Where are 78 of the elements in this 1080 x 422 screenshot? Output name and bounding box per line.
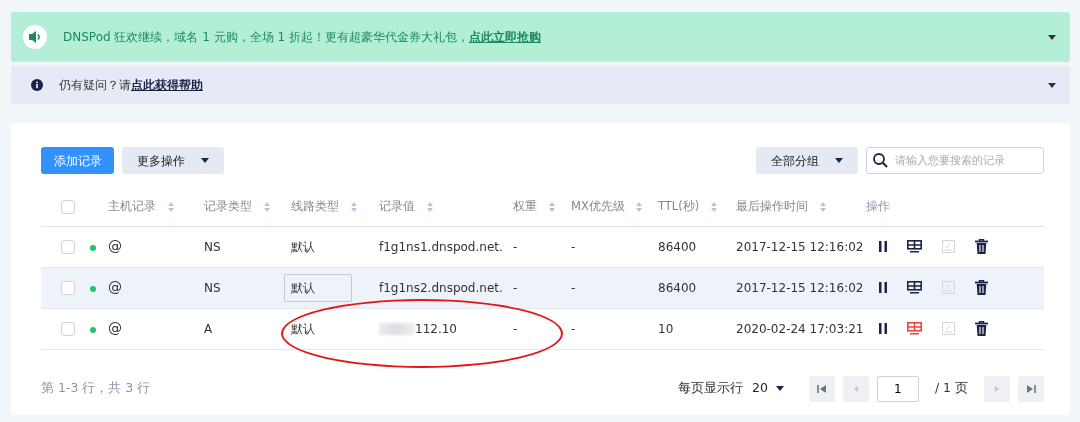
column-header[interactable]: 最后操作时间 (736, 199, 808, 214)
note-icon (942, 240, 955, 253)
caret-icon (835, 158, 843, 163)
note-icon (942, 281, 955, 294)
value-cell: f1g1ns1.dnspod.net. (379, 239, 503, 254)
ttl-cell: 86400 (658, 280, 697, 295)
checkbox[interactable] (61, 281, 75, 295)
sort-icon[interactable] (819, 201, 826, 212)
more-actions-button[interactable]: 更多操作 (122, 147, 224, 174)
group-dropdown[interactable]: 全部分组 (756, 147, 858, 174)
sort-icon[interactable] (426, 201, 433, 212)
column-header[interactable]: TTL(秒) (658, 199, 700, 214)
type-cell: A (204, 321, 213, 336)
per-page-label: 每页显示行 (677, 379, 743, 398)
first-page-icon (816, 383, 827, 394)
row-summary: 第 1-3 行，共 3 行 (41, 379, 151, 398)
checkbox[interactable] (61, 322, 75, 336)
add-record-button[interactable]: 添加记录 (41, 147, 114, 174)
value-cell: f1g1ns2.dnspod.net. (379, 280, 503, 295)
sort-icon[interactable] (548, 201, 555, 212)
mx-cell: - (571, 280, 576, 295)
per-page-dropdown[interactable]: 20 (750, 378, 785, 399)
column-header: 操作 (866, 199, 890, 214)
expand-icon[interactable] (1048, 35, 1056, 40)
caret-icon (775, 386, 784, 391)
type-cell: NS (204, 239, 221, 254)
expand-icon[interactable] (1048, 83, 1056, 88)
mx-cell: - (571, 321, 576, 336)
line-cell: 默认 (291, 321, 315, 336)
time-cell: 2017-12-15 12:16:02 (736, 280, 864, 295)
promo-text: DNSPod 狂欢继续，域名 1 元购，全场 1 折起！更有超豪华代金券大礼包， (63, 29, 469, 46)
sort-icon[interactable] (636, 201, 643, 212)
host-cell: @ (108, 238, 122, 254)
help-link[interactable]: 点此获得帮助 (131, 76, 203, 94)
sort-icon[interactable] (710, 201, 717, 212)
info-icon (31, 79, 43, 91)
search-field[interactable]: 请输入您要搜索的记录 (866, 147, 1044, 174)
type-cell: NS (204, 280, 221, 295)
time-cell: 2020-02-24 17:03:21 (736, 321, 864, 336)
trash-icon[interactable] (975, 280, 988, 295)
ttl-cell: 10 (658, 321, 674, 336)
weight-cell: - (513, 239, 518, 254)
column-header[interactable]: MX优先级 (571, 199, 625, 214)
column-header[interactable]: 记录值 (379, 199, 415, 214)
ttl-cell: 86400 (658, 239, 697, 254)
column-header[interactable]: 线路类型 (291, 199, 339, 214)
pause-icon[interactable] (879, 282, 887, 293)
last-page-icon (1026, 383, 1036, 394)
weight-cell: - (513, 321, 518, 336)
column-header[interactable]: 权重 (513, 199, 537, 214)
line-cell: 默认 (291, 239, 315, 254)
pause-icon[interactable] (879, 323, 887, 334)
column-header[interactable]: 记录类型 (204, 199, 252, 214)
note-icon (942, 322, 955, 335)
sort-icon[interactable] (263, 201, 270, 212)
help-text: 仍有疑问？请 (59, 77, 131, 94)
trash-icon[interactable] (975, 321, 988, 336)
line-select[interactable]: 默认 (284, 273, 352, 302)
checkbox[interactable] (61, 199, 75, 214)
promo-link[interactable]: 点此立即抢购 (468, 28, 541, 46)
sort-icon[interactable] (167, 201, 174, 212)
page-input[interactable]: 1 (876, 375, 919, 402)
time-cell: 2017-12-15 12:16:02 (736, 239, 864, 254)
speaker-icon (23, 25, 47, 49)
monitor-icon[interactable] (907, 281, 922, 294)
mx-cell: - (571, 239, 576, 254)
trash-icon[interactable] (975, 239, 988, 254)
host-cell: @ (108, 279, 122, 295)
page-total: / 1 页 (934, 379, 968, 398)
pause-icon[interactable] (879, 241, 887, 252)
value-cell: 112.10 (415, 321, 457, 336)
monitor-icon[interactable] (907, 240, 922, 253)
weight-cell: - (513, 280, 518, 295)
host-cell: @ (108, 320, 122, 336)
caret-icon (201, 158, 209, 163)
sort-icon[interactable] (350, 201, 357, 212)
checkbox[interactable] (61, 240, 75, 254)
column-header[interactable]: 主机记录 (108, 199, 156, 214)
